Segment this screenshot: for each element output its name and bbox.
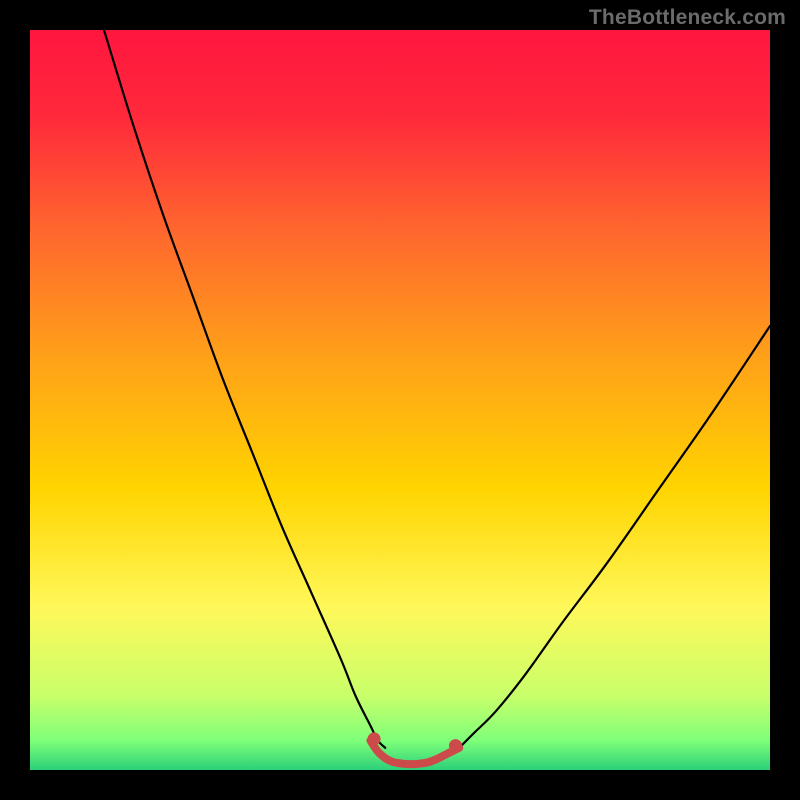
series-trough xyxy=(370,740,459,764)
chart-frame: TheBottleneck.com xyxy=(0,0,800,800)
plot-area xyxy=(30,30,770,770)
series-left-curve xyxy=(104,30,385,748)
watermark-text: TheBottleneck.com xyxy=(589,6,786,30)
series-right-curve xyxy=(459,326,770,748)
curves-layer xyxy=(30,30,770,770)
trough-cap-point xyxy=(368,732,381,745)
trough-cap-point xyxy=(449,739,462,752)
